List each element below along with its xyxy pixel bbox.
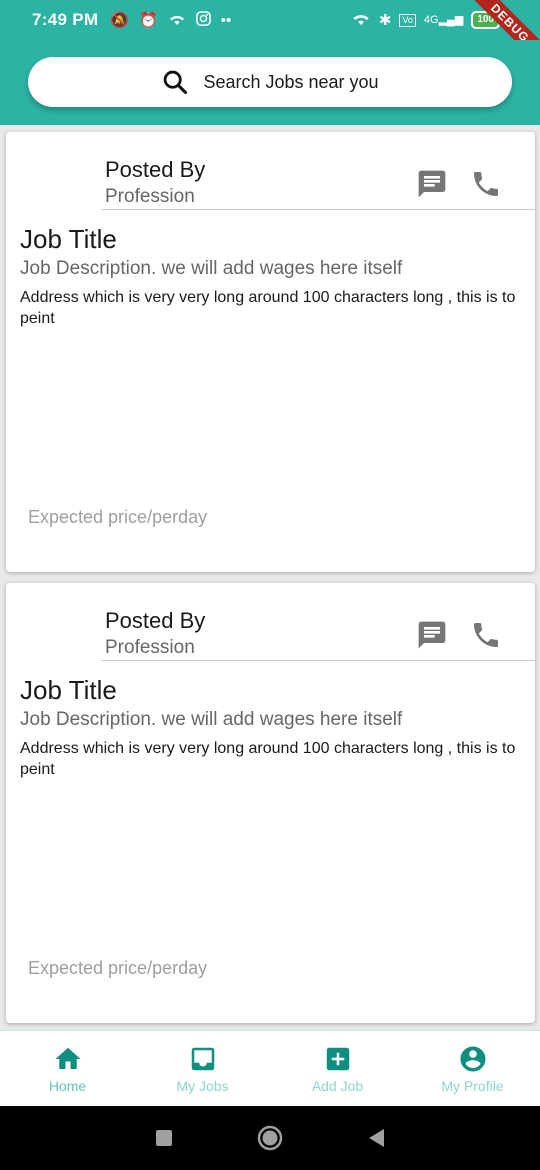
- nav-my-jobs[interactable]: My Jobs: [135, 1031, 270, 1106]
- more-dots-icon: ••: [220, 11, 232, 29]
- job-description: Job Description. we will add wages here …: [20, 709, 403, 730]
- search-icon: [164, 70, 188, 95]
- nav-add-job-label: Add Job: [311, 1077, 364, 1094]
- bottom-nav: Home My Jobs Add Job My Profile: [0, 1030, 540, 1106]
- posted-by: Posted By: [105, 157, 206, 182]
- job-list[interactable]: Posted By Profession Job Title Job Descr…: [0, 125, 540, 1030]
- wifi-icon: [351, 11, 371, 29]
- recents-button[interactable]: [155, 1129, 173, 1147]
- inbox-icon: [191, 1047, 214, 1070]
- job-description: Job Description. we will add wages here …: [20, 258, 403, 279]
- posted-by: Posted By: [105, 608, 206, 633]
- bluetooth-icon: ✱: [378, 11, 392, 29]
- status-time: 7:49 PM: [32, 10, 99, 29]
- phone-icon[interactable]: [470, 168, 502, 200]
- mute-icon: 🔕: [110, 11, 130, 29]
- home-icon: [55, 1047, 80, 1069]
- search-label: Search Jobs near you: [203, 71, 379, 92]
- job-address: Address which is very very long around 1…: [20, 740, 516, 778]
- nav-home-label: Home: [48, 1077, 87, 1094]
- wifi-icon: [168, 12, 186, 29]
- status-left-icons: 🔕 ⏰ ••: [110, 11, 231, 29]
- volte-icon: Vo: [399, 13, 416, 27]
- expected-price: Expected price/perday: [28, 958, 208, 978]
- message-icon[interactable]: [416, 168, 448, 200]
- job-card-header: Posted By Profession: [102, 605, 535, 661]
- nav-my-profile[interactable]: My Profile: [405, 1031, 540, 1106]
- search-bar[interactable]: Search Jobs near you: [28, 57, 512, 107]
- job-card[interactable]: Posted By Profession Job Title Job Descr…: [6, 583, 535, 1023]
- phone-icon[interactable]: [470, 619, 502, 651]
- status-bar: 7:49 PM 🔕 ⏰ •• ✱ Vo 4G▂▄▆ 100 DEBUG: [0, 0, 540, 72]
- job-title: Job Title: [20, 675, 117, 705]
- job-title: Job Title: [20, 224, 117, 254]
- signal-4g-icon: 4G▂▄▆: [423, 13, 464, 26]
- alarm-icon: ⏰: [139, 11, 158, 29]
- nav-add-job[interactable]: Add Job: [270, 1031, 405, 1106]
- nav-home[interactable]: Home: [0, 1031, 135, 1106]
- home-button[interactable]: [257, 1125, 283, 1151]
- system-nav-bar: [0, 1106, 540, 1170]
- status-right-icons: ✱ Vo 4G▂▄▆ 100: [351, 11, 500, 29]
- job-card[interactable]: Posted By Profession Job Title Job Descr…: [6, 132, 535, 572]
- account-circle-icon: [460, 1046, 485, 1071]
- back-button[interactable]: [367, 1128, 385, 1148]
- message-icon[interactable]: [416, 619, 448, 651]
- profession: Profession: [105, 186, 195, 207]
- app-bar: Search Jobs near you: [0, 40, 540, 125]
- job-address: Address which is very very long around 1…: [20, 289, 516, 327]
- nav-my-profile-label: My Profile: [441, 1077, 504, 1094]
- add-box-icon: [326, 1047, 349, 1070]
- expected-price: Expected price/perday: [28, 507, 208, 527]
- profession: Profession: [105, 637, 195, 658]
- instagram-icon: [195, 11, 211, 29]
- nav-my-jobs-label: My Jobs: [176, 1077, 229, 1094]
- job-card-header: Posted By Profession: [102, 154, 535, 210]
